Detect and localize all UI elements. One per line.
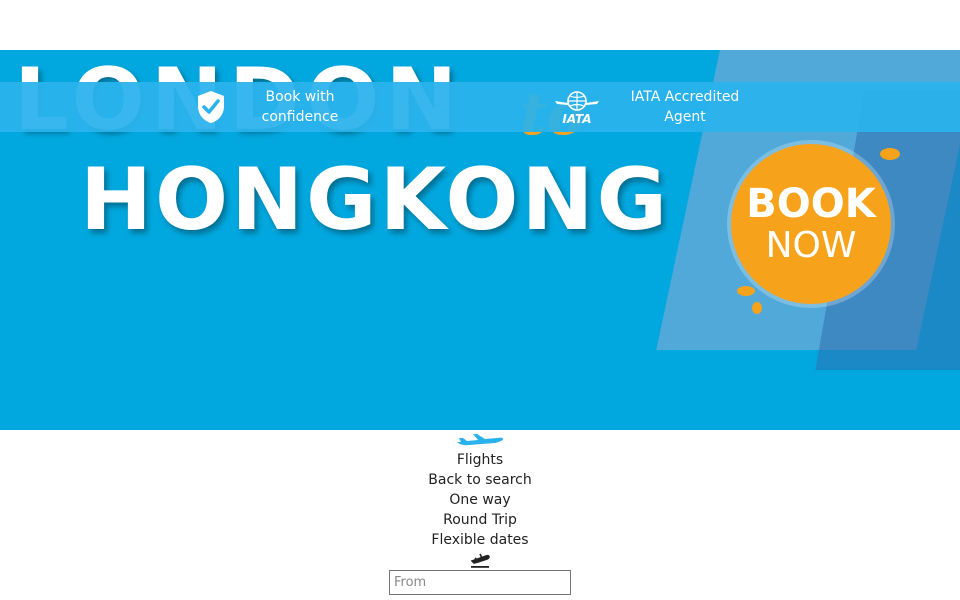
trip-option-one-way[interactable]: One way [0, 490, 960, 510]
shield-check-icon [198, 91, 224, 123]
book-now-badge[interactable]: BOOK NOW [731, 144, 891, 304]
hero-destination-text: HONGKONG [80, 150, 671, 250]
airplane-icon [457, 434, 503, 446]
trust-item-confidence: Book with confidence [196, 82, 366, 132]
trust-confidence-label: Book with confidence [261, 89, 339, 125]
badge-line1: BOOK [746, 181, 876, 227]
tab-flights[interactable]: Flights [0, 450, 960, 470]
flight-search-panel: Flights Back to search One way Round Tri… [0, 430, 960, 600]
iata-logo-text: IATA [562, 112, 591, 125]
trust-item-iata: IATA IATA Accredited Agent [554, 82, 754, 132]
trip-option-flexible-dates[interactable]: Flexible dates [0, 530, 960, 550]
badge-line2: NOW [765, 225, 857, 266]
badge-splash [737, 286, 755, 296]
trip-option-round-trip[interactable]: Round Trip [0, 510, 960, 530]
badge-splash [752, 302, 762, 314]
iata-logo: IATA [555, 91, 599, 125]
back-to-search-link[interactable]: Back to search [0, 470, 960, 490]
takeoff-icon [470, 553, 490, 568]
badge-splash [880, 148, 900, 160]
trust-iata-label: IATA Accredited Agent [630, 89, 740, 125]
from-input[interactable] [389, 570, 571, 595]
trust-bar: Book with confidence IATA IATA Accredite… [0, 82, 960, 132]
top-header [0, 0, 960, 50]
